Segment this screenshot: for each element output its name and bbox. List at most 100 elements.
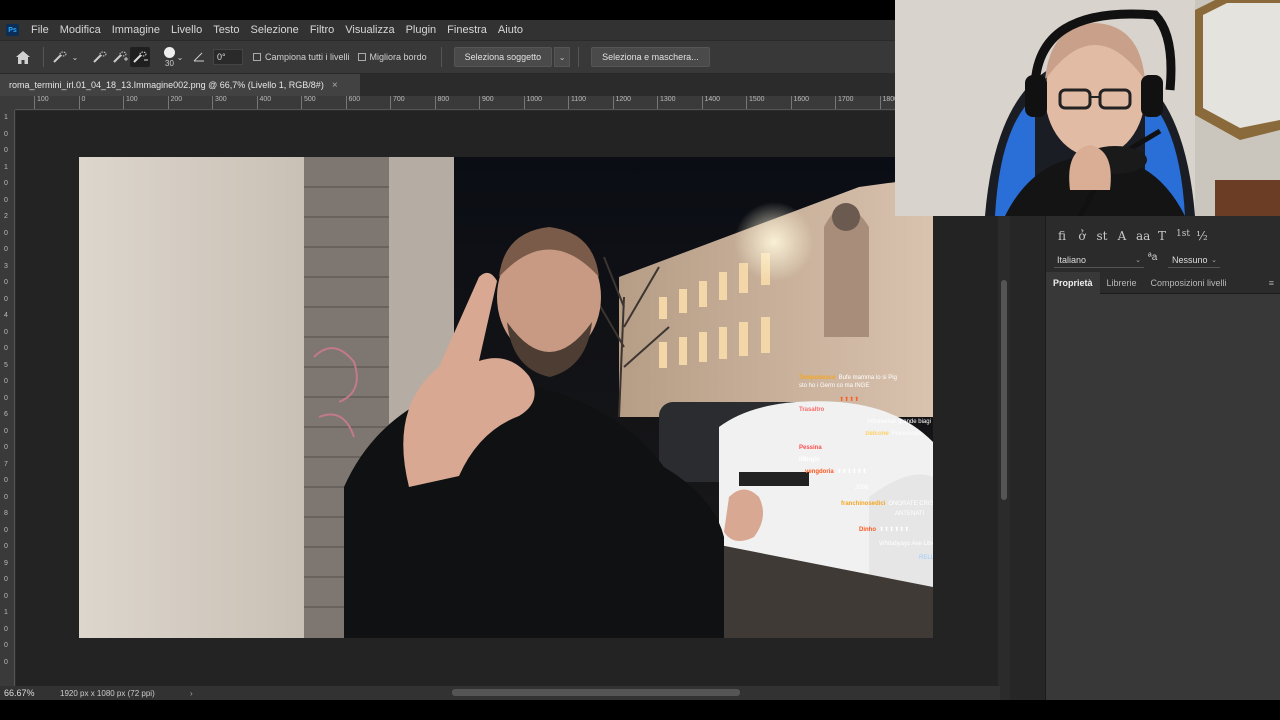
language-select[interactable]: Italiano ⌄ [1054, 252, 1144, 268]
bottom-strip [0, 700, 1280, 720]
chevron-down-icon: ⌄ [1211, 256, 1217, 264]
checkbox-box[interactable] [357, 53, 366, 61]
menu-file[interactable]: File [27, 24, 53, 36]
anti-alias-select[interactable]: Nessuno ⌄ [1168, 252, 1220, 268]
ruler-tick-label: 0 [4, 229, 8, 237]
swash-icon[interactable]: A [1116, 229, 1128, 243]
menu-aiuto[interactable]: Aiuto [494, 24, 527, 36]
tab-properties[interactable]: Proprietà [1046, 271, 1100, 294]
language-value: Italiano [1057, 254, 1087, 265]
chevron-down-icon[interactable]: ⌄ [70, 47, 80, 67]
ruler-tick-label: 0 [4, 196, 8, 204]
chat-text: sto ho i Germ co ma INGE [799, 383, 870, 389]
chat-username: franchinosedici [841, 501, 886, 507]
select-and-mask-button[interactable]: Seleziona e maschera... [591, 47, 710, 67]
ruler-tick-label: 9 [4, 559, 8, 567]
chat-message: sto ho i Germ co ma INGE [799, 383, 869, 389]
photoshop-logo-icon[interactable]: Ps [6, 24, 19, 36]
stylistic-aa-icon[interactable]: aa [1136, 229, 1150, 243]
ruler-tick-label: 0 [4, 378, 8, 385]
select-subject-button[interactable]: Seleziona soggetto [453, 47, 553, 67]
status-menu-arrow-icon[interactable]: › [190, 689, 193, 698]
properties-panel-body [1046, 294, 1280, 700]
photoshop-window: Ps File Modifica Immagine Livello Testo … [0, 0, 1280, 720]
ruler-tick-label: 7 [4, 460, 8, 468]
chat-text: ⬆⬆⬆⬆⬆⬆ [836, 469, 867, 475]
horizontal-scrollbar-thumb[interactable] [452, 689, 740, 696]
ligature-icon[interactable]: fi [1056, 229, 1068, 243]
menu-finestra[interactable]: Finestra [443, 24, 491, 36]
ruler-tick-label: 0 [4, 147, 8, 154]
ruler-tick-label: 5 [4, 361, 8, 369]
vertical-scrollbar[interactable] [998, 216, 1010, 686]
document-image[interactable]: Tempodesco Bufe mamma lo si Pig sto ho i G… [79, 157, 933, 638]
scrollbar-thumb[interactable] [1001, 280, 1007, 500]
ruler-tick-label: 6 [4, 411, 8, 418]
ruler-tick-label: 0 [4, 246, 8, 253]
menu-immagine[interactable]: Immagine [108, 24, 164, 36]
menu-modifica[interactable]: Modifica [56, 24, 105, 36]
alternate-ligature-icon[interactable]: ở [1076, 229, 1088, 243]
status-bar: 66.67% 1920 px x 1080 px (72 ppi) › [0, 686, 1000, 700]
ruler-tick-label: 1300 [657, 96, 676, 109]
enhance-edge-checkbox[interactable]: Migliora bordo [357, 52, 427, 62]
chat-message: zielcone Fiocomodo [865, 431, 921, 437]
chat-username: Dinho [859, 527, 876, 533]
vertical-ruler[interactable]: 1 0 0 1 0 0 2 0 0 3 0 0 4 0 0 5 0 0 6 0 0 7 0 0 8 0 0 9 0 0 1 0 0 0 [0, 110, 15, 686]
sample-all-layers-checkbox[interactable]: Campiona tutti i livelli [253, 52, 350, 62]
tab-libraries[interactable]: Librerie [1100, 272, 1144, 294]
brush-size-picker[interactable]: 30 [164, 46, 175, 68]
stylistic-alternate-icon[interactable]: st [1096, 229, 1108, 243]
ruler-tick-label: 0 [4, 592, 8, 600]
chat-text: RELLA BIAGI [919, 555, 933, 561]
subtract-selection-brush-icon[interactable] [130, 47, 150, 67]
brush-dot-icon [164, 46, 175, 58]
menu-testo[interactable]: Testo [209, 24, 243, 36]
angle-icon [189, 47, 209, 67]
panel-menu-icon[interactable]: ≡ [1269, 278, 1274, 288]
tab-layer-comps[interactable]: Composizioni livelli [1144, 272, 1234, 294]
menu-selezione[interactable]: Selezione [246, 24, 302, 36]
ruler-tick-label: 3 [4, 262, 8, 270]
titling-alternate-icon[interactable]: T [1156, 229, 1168, 243]
ruler-tick-label: 1600 [790, 96, 810, 109]
enhance-edge-label: Migliora bordo [369, 52, 427, 62]
ruler-tick-label: 1000 [523, 96, 543, 109]
fraction-icon[interactable]: ½ [1196, 229, 1208, 243]
properties-panel-tabs: Proprietà Librerie Composizioni livelli … [1046, 271, 1280, 294]
checkbox-box[interactable] [253, 53, 261, 61]
chat-message: Tempodesco Bufe mamma lo si Pig [799, 375, 897, 381]
document-info[interactable]: 1920 px x 1080 px (72 ppi) [60, 689, 190, 698]
home-icon[interactable] [13, 47, 33, 67]
separator [440, 47, 442, 67]
quick-selection-icon[interactable] [50, 47, 70, 67]
chat-username: vengdoria [805, 469, 834, 475]
chevron-down-icon[interactable]: ⌄ [554, 47, 571, 67]
ordinal-icon[interactable]: 1st [1176, 229, 1190, 243]
menu-livello[interactable]: Livello [167, 24, 206, 36]
ruler-tick-label: 0 [4, 328, 8, 336]
close-icon[interactable]: × [332, 80, 338, 91]
ruler-tick-label: 500 [301, 96, 316, 109]
chat-username: zielcone [865, 431, 889, 437]
angle-input[interactable]: 0° [213, 49, 243, 65]
ruler-tick-label: 1 [4, 163, 8, 171]
chat-message: ⬆⬆⬆⬆ [839, 397, 859, 403]
menu-plugin[interactable]: Plugin [402, 24, 441, 36]
new-selection-brush-icon[interactable] [90, 47, 110, 67]
menu-visualizza[interactable]: Visualizza [341, 24, 398, 36]
add-selection-brush-icon[interactable] [110, 47, 130, 67]
ruler-tick-label: 1400 [701, 96, 721, 109]
webcam-overlay [895, 0, 1280, 216]
chat-text: Bufe mamma lo si Pig [838, 375, 897, 381]
ruler-tick-label: 4 [4, 312, 8, 319]
document-tab[interactable]: roma_termini_irl.01_04_18_13.Immagine002… [0, 74, 360, 96]
menu-filtro[interactable]: Filtro [306, 24, 338, 36]
chevron-down-icon[interactable]: ⌄ [175, 47, 185, 67]
zoom-level[interactable]: 66.67% [0, 688, 60, 698]
horizontal-ruler[interactable]: 100 0 100 200 300 400 500 600 700 800 900 1000 1100 1… [15, 96, 897, 110]
ruler-tick-label: 0 [4, 625, 8, 633]
chat-text: ⬆⬆⬆⬆ [839, 397, 860, 403]
ruler-tick-label: 1100 [567, 96, 587, 109]
chat-username: Trasaltro [799, 407, 825, 413]
